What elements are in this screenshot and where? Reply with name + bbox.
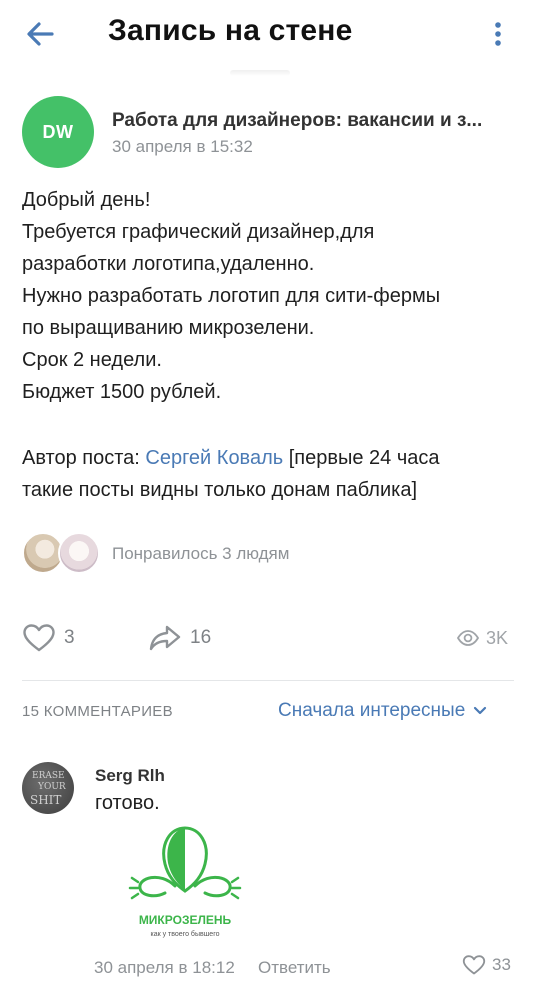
post-text-line: разработки логотипа,удаленно. (22, 253, 315, 275)
chevron-down-icon (474, 706, 487, 715)
author-link[interactable]: Сергей Коваль (145, 447, 283, 469)
views-count: 3K (486, 627, 509, 648)
comments-sort-select[interactable]: Сначала интересные (278, 700, 487, 722)
sticker-title: МИКРОЗЕЛЕНЬ (139, 913, 232, 927)
more-vertical-icon (495, 22, 501, 46)
page-title: Запись на стене (108, 14, 353, 47)
sticker-subtitle: как у твоего бывшего (151, 930, 220, 938)
post-text-line: Требуется графический дизайнер,для (22, 221, 375, 243)
comment-like-button[interactable]: 33 (462, 954, 511, 976)
liker-avatar (58, 532, 100, 574)
divider (22, 680, 514, 681)
post-actions: 3 16 3K (0, 620, 536, 660)
views-counter: 3K (456, 620, 508, 656)
author-note: [первые 24 часа (283, 447, 440, 469)
top-bar: Запись на стене (0, 0, 536, 76)
author-prefix: Автор поста: (22, 447, 146, 469)
comment-date: 30 апреля в 18:12 (94, 958, 235, 977)
author-line: Автор поста: Сергей Коваль [первые 24 ча… (22, 442, 522, 506)
more-options-button[interactable] (486, 14, 510, 54)
comment-author[interactable]: Serg Rlh (95, 766, 165, 786)
avatar-text: ERASE (32, 771, 65, 781)
comment-text: готово. (95, 792, 160, 814)
eye-icon (456, 630, 480, 646)
like-button[interactable]: 3 (22, 620, 75, 656)
share-icon (149, 625, 181, 651)
back-button[interactable] (22, 14, 62, 54)
group-avatar[interactable]: DW (22, 96, 94, 168)
heart-icon (23, 624, 55, 652)
liked-by-text[interactable]: Понравилось 3 людям (112, 544, 289, 564)
share-count: 16 (190, 627, 212, 648)
post-text-line: Срок 2 недели. (22, 349, 162, 371)
post-date: 30 апреля в 15:32 (112, 137, 253, 156)
post-text-line: по выращиванию микрозелени. (22, 317, 315, 339)
post-text-line: Добрый день! (22, 189, 151, 211)
comments-count: 15 КОММЕНТАРИЕВ (22, 703, 173, 720)
post-text-line: Нужно разработать логотип для сити-фермы (22, 285, 441, 307)
group-name[interactable]: Работа для дизайнеров: вакансии и з... (112, 110, 512, 132)
commenter-avatar[interactable]: ERASE YOUR SHIT (22, 762, 74, 814)
heart-icon (462, 955, 486, 975)
sort-label: Сначала интересные (278, 700, 466, 721)
post-text-line: Бюджет 1500 рублей. (22, 381, 222, 403)
microgreens-logo-image[interactable]: МИКРОЗЕЛЕНЬ как у твоего бывшего (120, 816, 250, 946)
avatar-text: YOUR (38, 782, 66, 792)
share-button[interactable]: 16 (148, 620, 211, 656)
post-text: Добрый день! Требуется графический дизай… (22, 184, 522, 408)
avatar-text: SHIT (30, 793, 62, 807)
arrow-left-icon (27, 22, 54, 46)
like-count: 3 (64, 627, 75, 648)
author-note-continued: такие посты видны только донам паблика] (22, 479, 417, 501)
header-shadow (230, 70, 290, 76)
leaf-logo-icon: МИКРОЗЕЛЕНЬ как у твоего бывшего (128, 826, 242, 938)
reply-button[interactable]: Ответить (258, 958, 331, 978)
comment-like-count: 33 (492, 955, 511, 974)
